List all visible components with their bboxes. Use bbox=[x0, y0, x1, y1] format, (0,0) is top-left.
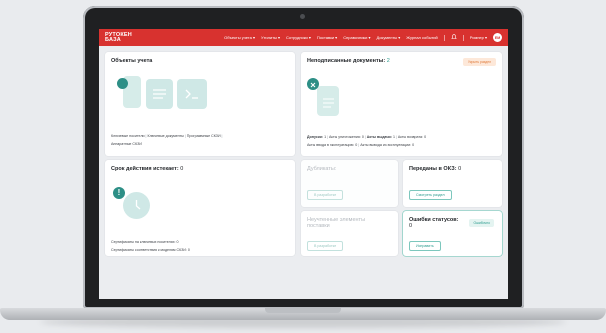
clock-icon bbox=[123, 192, 150, 219]
nav-item-directories[interactable]: Справочники ▾ bbox=[343, 35, 370, 40]
certs-on-carriers[interactable]: Сертификаты на ключевых носителях: 0 bbox=[111, 238, 190, 246]
transferred-card: Переданы в ОКЗ: 0 Смотреть раздел bbox=[403, 160, 502, 207]
certs-skzi-models[interactable]: Сертификаты соответствия к моделям СКЗИ:… bbox=[111, 246, 190, 254]
hide-section-badge[interactable]: Укрыть раздел bbox=[462, 58, 496, 66]
stat-commissioning-acts[interactable]: Акты ввода в эксплуатацию: 0 bbox=[307, 143, 357, 147]
document-icon bbox=[146, 79, 173, 109]
unsigned-stats: Допуски: 1 | Акты уничтожения: 0 | Акты … bbox=[307, 135, 427, 147]
notifications-icon[interactable] bbox=[450, 34, 457, 41]
duplicates-title: Дубликаты: bbox=[307, 166, 337, 172]
objects-card-title: Объекты учета bbox=[111, 58, 153, 64]
error-badge: Ошибочно bbox=[469, 219, 494, 227]
view-section-button[interactable]: Смотреть раздел bbox=[409, 190, 452, 200]
warning-icon: ! bbox=[113, 187, 125, 199]
main-menu: Объекты учета ▾ Утилиты ▾ Сотрудники ▾ П… bbox=[224, 33, 502, 42]
link-software-skzi[interactable]: Программные СКЗИ bbox=[187, 134, 221, 138]
fix-button[interactable]: Исправить bbox=[409, 241, 441, 251]
stat-destruction-acts[interactable]: Акты уничтожения: 0 bbox=[329, 135, 364, 139]
nav-divider bbox=[462, 34, 464, 41]
nav-item-objects[interactable]: Объекты учета ▾ bbox=[224, 35, 255, 40]
link-key-carriers[interactable]: Ключевые носители bbox=[111, 134, 145, 138]
unsigned-documents-title: Неподписанные документы: 2 bbox=[307, 58, 390, 64]
laptop-base bbox=[0, 308, 606, 320]
nav-item-documents[interactable]: Документы ▾ bbox=[377, 35, 401, 40]
status-errors-card: Ошибки статусов: 0 Ошибочно Исправить bbox=[403, 211, 502, 256]
expiry-card: Срок действия истекает: 0 ! Сертификаты … bbox=[105, 160, 295, 256]
link-key-documents[interactable]: Ключевые документы bbox=[147, 134, 183, 138]
stat-decommissioning-acts[interactable]: Акты вывода из эксплуатации: 0 bbox=[360, 143, 414, 147]
nav-divider bbox=[443, 34, 445, 41]
objects-card: Объекты учета Ключевые носители | Ключев… bbox=[105, 52, 295, 156]
unsigned-documents-card: Неподписанные документы: 2 Укрыть раздел… bbox=[301, 52, 502, 156]
stat-issue-acts[interactable]: Акты выдачи: 1 bbox=[367, 135, 395, 139]
unaccounted-card: Неучтенные элементы поставки В разработк… bbox=[301, 211, 398, 256]
laptop-lid: РУТОКЕН БАЗА Объекты учета ▾ Утилиты ▾ С… bbox=[83, 6, 524, 309]
expiry-title: Срок действия истекает: 0 bbox=[111, 166, 184, 172]
expiry-stats: Сертификаты на ключевых носителях: 0 Сер… bbox=[111, 238, 190, 254]
laptop-notch bbox=[265, 308, 341, 313]
avatar[interactable]: ЕМ bbox=[493, 33, 502, 42]
link-hardware-skzi[interactable]: Аппаратные СКЗИ bbox=[111, 142, 142, 146]
duplicates-card: Дубликаты: В разработке bbox=[301, 160, 398, 207]
unaccounted-title: Неучтенные элементы поставки bbox=[307, 217, 366, 229]
stat-permits[interactable]: Допуски: 1 bbox=[307, 135, 326, 139]
user-menu[interactable]: Ромнер ▾ bbox=[470, 35, 487, 40]
status-errors-title: Ошибки статусов: 0 bbox=[409, 217, 459, 229]
camera bbox=[300, 14, 305, 19]
terminal-icon bbox=[177, 79, 207, 109]
nav-item-employees[interactable]: Сотрудники ▾ bbox=[286, 35, 311, 40]
usb-badge-icon bbox=[117, 78, 128, 89]
unaccounted-in-development-button[interactable]: В разработке bbox=[307, 241, 344, 251]
nav-item-deliveries[interactable]: Поставки ▾ bbox=[317, 35, 337, 40]
nav-item-event-log[interactable]: Журнал событий bbox=[406, 35, 437, 40]
objects-links: Ключевые носители | Ключевые документы |… bbox=[111, 134, 223, 146]
transferred-title: Переданы в ОКЗ: 0 bbox=[409, 166, 462, 172]
nav-item-utilities[interactable]: Утилиты ▾ bbox=[261, 35, 280, 40]
laptop-screen: РУТОКЕН БАЗА Объекты учета ▾ Утилиты ▾ С… bbox=[99, 29, 508, 299]
stat-return-acts[interactable]: Акты возврата: 0 bbox=[398, 135, 426, 139]
app-logo[interactable]: РУТОКЕН БАЗА bbox=[105, 32, 132, 43]
top-navigation-bar: РУТОКЕН БАЗА Объекты учета ▾ Утилиты ▾ С… bbox=[99, 29, 508, 46]
cross-badge-icon bbox=[307, 78, 319, 90]
duplicates-in-development-button[interactable]: В разработке bbox=[307, 190, 344, 200]
unsigned-document-icon bbox=[317, 86, 339, 116]
